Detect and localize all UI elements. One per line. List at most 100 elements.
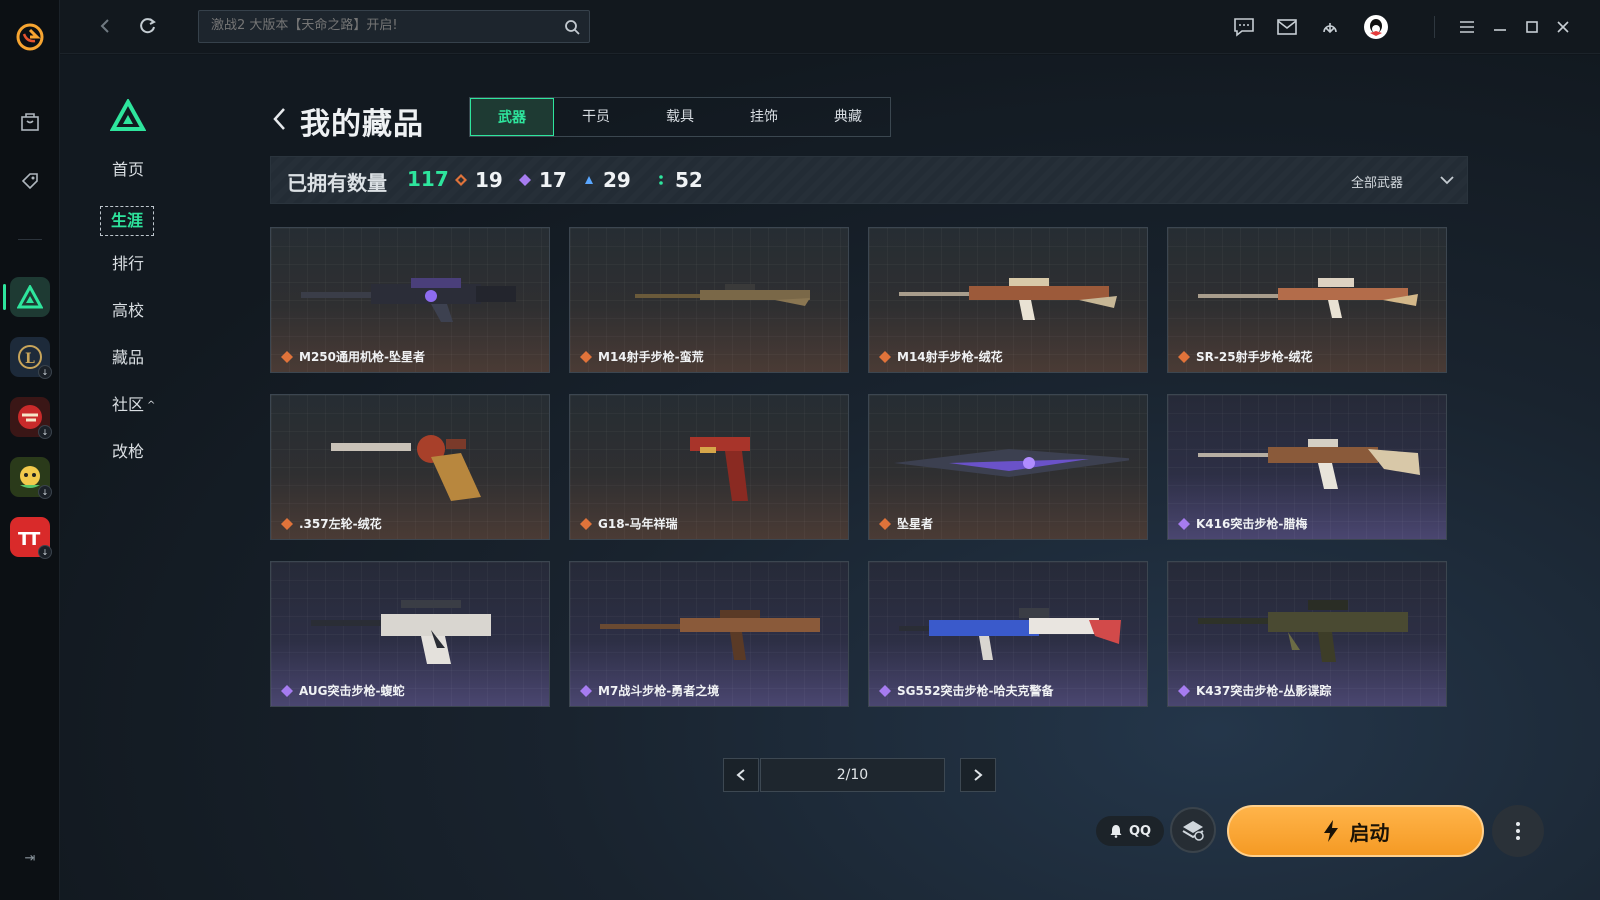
tab-archive[interactable]: 典藏 <box>806 98 890 136</box>
collection-card[interactable]: M7战斗步枪-勇者之境 <box>569 561 849 707</box>
collection-card[interactable]: 坠星者 <box>868 394 1148 540</box>
green-gem-icon <box>659 175 663 185</box>
chevron-down-icon[interactable] <box>1437 170 1457 190</box>
purple-gem-icon <box>281 685 293 697</box>
store-bag-icon[interactable] <box>15 106 45 136</box>
orange-gem-icon <box>455 174 467 186</box>
maximize-icon[interactable] <box>1520 15 1544 39</box>
orange-gem-icon <box>580 351 592 363</box>
pistol-icon <box>690 437 750 501</box>
orange-gem-icon <box>879 518 891 530</box>
caret-up-icon: ^ <box>147 400 156 411</box>
menu-icon[interactable] <box>1455 15 1479 39</box>
chat-icon[interactable] <box>1232 15 1256 39</box>
owned-count: 117 <box>407 167 449 191</box>
collection-card[interactable]: SG552突击步枪-哈夫克警备 <box>868 561 1148 707</box>
back-arrow-icon[interactable] <box>268 105 292 133</box>
collection-card[interactable]: K437突击步枪-丛影谍踪 <box>1167 561 1447 707</box>
more-options-button[interactable] <box>1492 805 1544 857</box>
rifle-icon <box>1198 439 1420 489</box>
tab-charms[interactable]: 挂饰 <box>722 98 806 136</box>
rarity-stat-orange: 19 <box>455 167 503 193</box>
section-nav: 首页 生涯 排行 高校 藏品 社区 ^ 改枪 <box>100 159 220 488</box>
refresh-icon[interactable] <box>136 14 160 38</box>
delta-force-logo-icon <box>110 99 146 131</box>
nav-item-gunsmith[interactable]: 改枪 <box>100 441 220 488</box>
chevron-right-icon <box>974 769 983 781</box>
download-manager-icon[interactable] <box>1318 15 1342 39</box>
category-tabs: 武器 干员 载具 挂饰 典藏 <box>469 97 891 137</box>
rifle-icon <box>1198 600 1408 662</box>
tag-icon[interactable] <box>15 166 45 196</box>
topbar-divider <box>1434 16 1435 38</box>
expand-rail-icon[interactable]: ⇥ <box>20 851 40 871</box>
game-tt-icon[interactable]: TT ↓ <box>10 517 52 559</box>
collection-card[interactable]: .357左轮-绒花 <box>270 394 550 540</box>
orange-gem-icon <box>281 351 293 363</box>
rifle-icon <box>635 284 810 306</box>
bell-icon <box>1110 825 1122 838</box>
tab-operators[interactable]: 干员 <box>554 98 638 136</box>
tab-vehicles[interactable]: 载具 <box>638 98 722 136</box>
collection-card[interactable]: K416突击步枪-腊梅 <box>1167 394 1447 540</box>
stats-bar: 已拥有数量 117 19 17 29 52 全部武器 <box>270 156 1468 204</box>
collection-card[interactable]: SR-25射手步枪-绒花 <box>1167 227 1447 373</box>
game-qq-speed-icon[interactable]: ↓ <box>10 457 52 499</box>
mail-icon[interactable] <box>1275 15 1299 39</box>
collection-card[interactable]: G18-马年祥瑞 <box>569 394 849 540</box>
purple-gem-icon <box>1178 518 1190 530</box>
close-icon[interactable] <box>1551 15 1575 39</box>
collection-card[interactable]: M14射手步枪-蛮荒 <box>569 227 849 373</box>
machine-gun-icon <box>301 278 516 322</box>
collection-card[interactable]: M14射手步枪-绒花 <box>868 227 1148 373</box>
download-badge-icon: ↓ <box>38 485 52 499</box>
rifle-icon <box>899 278 1117 320</box>
game-lol-icon[interactable]: L ↓ <box>10 337 52 379</box>
page-title: 我的藏品 <box>300 107 424 142</box>
owned-label: 已拥有数量 <box>287 171 387 195</box>
item-name: K437突击步枪-丛影谍踪 <box>1196 684 1332 698</box>
lightning-icon <box>1323 820 1338 842</box>
collection-card[interactable]: M250通用机枪-坠星者 <box>270 227 550 373</box>
orange-gem-icon <box>281 518 293 530</box>
item-name: M7战斗步枪-勇者之境 <box>598 684 720 698</box>
nav-item-collection[interactable]: 藏品 <box>100 347 220 394</box>
download-badge-icon: ↓ <box>38 425 52 439</box>
nav-item-career[interactable]: 生涯 <box>100 206 220 253</box>
main-content: 首页 生涯 排行 高校 藏品 社区 ^ 改枪 我的藏品 武器 干员 载具 挂饰 典… <box>60 55 1600 900</box>
layers-icon <box>1182 821 1204 841</box>
game-delta-force-icon[interactable] <box>10 277 50 317</box>
launch-button[interactable]: 启动 <box>1227 805 1484 857</box>
left-rail: L ↓ ↓ ↓ TT ↓ ⇥ <box>0 0 60 900</box>
app-logo-icon[interactable] <box>15 22 45 52</box>
weapon-filter-select[interactable]: 全部武器 <box>1351 172 1403 191</box>
svg-text:T: T <box>28 529 41 549</box>
download-badge-icon: ↓ <box>38 365 52 379</box>
search-bar[interactable] <box>198 10 590 43</box>
search-input[interactable] <box>211 18 551 33</box>
item-name: .357左轮-绒花 <box>299 517 382 531</box>
prev-page-button[interactable] <box>723 758 759 792</box>
game-cf-icon[interactable]: ↓ <box>10 397 52 439</box>
search-icon[interactable] <box>563 18 581 36</box>
orange-gem-icon <box>1178 351 1190 363</box>
rail-divider <box>18 239 42 240</box>
minimize-icon[interactable] <box>1488 15 1512 39</box>
user-avatar[interactable] <box>1362 13 1390 41</box>
blue-gem-icon <box>585 176 593 184</box>
nav-item-community[interactable]: 社区 ^ <box>100 394 220 441</box>
nav-item-home[interactable]: 首页 <box>100 159 220 206</box>
nav-item-ranking[interactable]: 排行 <box>100 253 220 300</box>
back-nav-icon[interactable] <box>93 14 117 38</box>
tab-weapons[interactable]: 武器 <box>470 98 554 136</box>
collection-card[interactable]: AUG突击步枪-蝮蛇 <box>270 561 550 707</box>
game-settings-button[interactable] <box>1170 807 1216 853</box>
qq-account-button[interactable]: QQ <box>1096 816 1164 846</box>
page-indicator: 2/10 <box>760 758 945 792</box>
next-page-button[interactable] <box>960 758 996 792</box>
download-badge-icon: ↓ <box>38 545 52 559</box>
nav-item-college[interactable]: 高校 <box>100 300 220 347</box>
rarity-stat-purple: 17 <box>519 167 567 193</box>
item-name: M14射手步枪-蛮荒 <box>598 350 704 364</box>
rarity-stat-green: 52 <box>655 167 703 193</box>
